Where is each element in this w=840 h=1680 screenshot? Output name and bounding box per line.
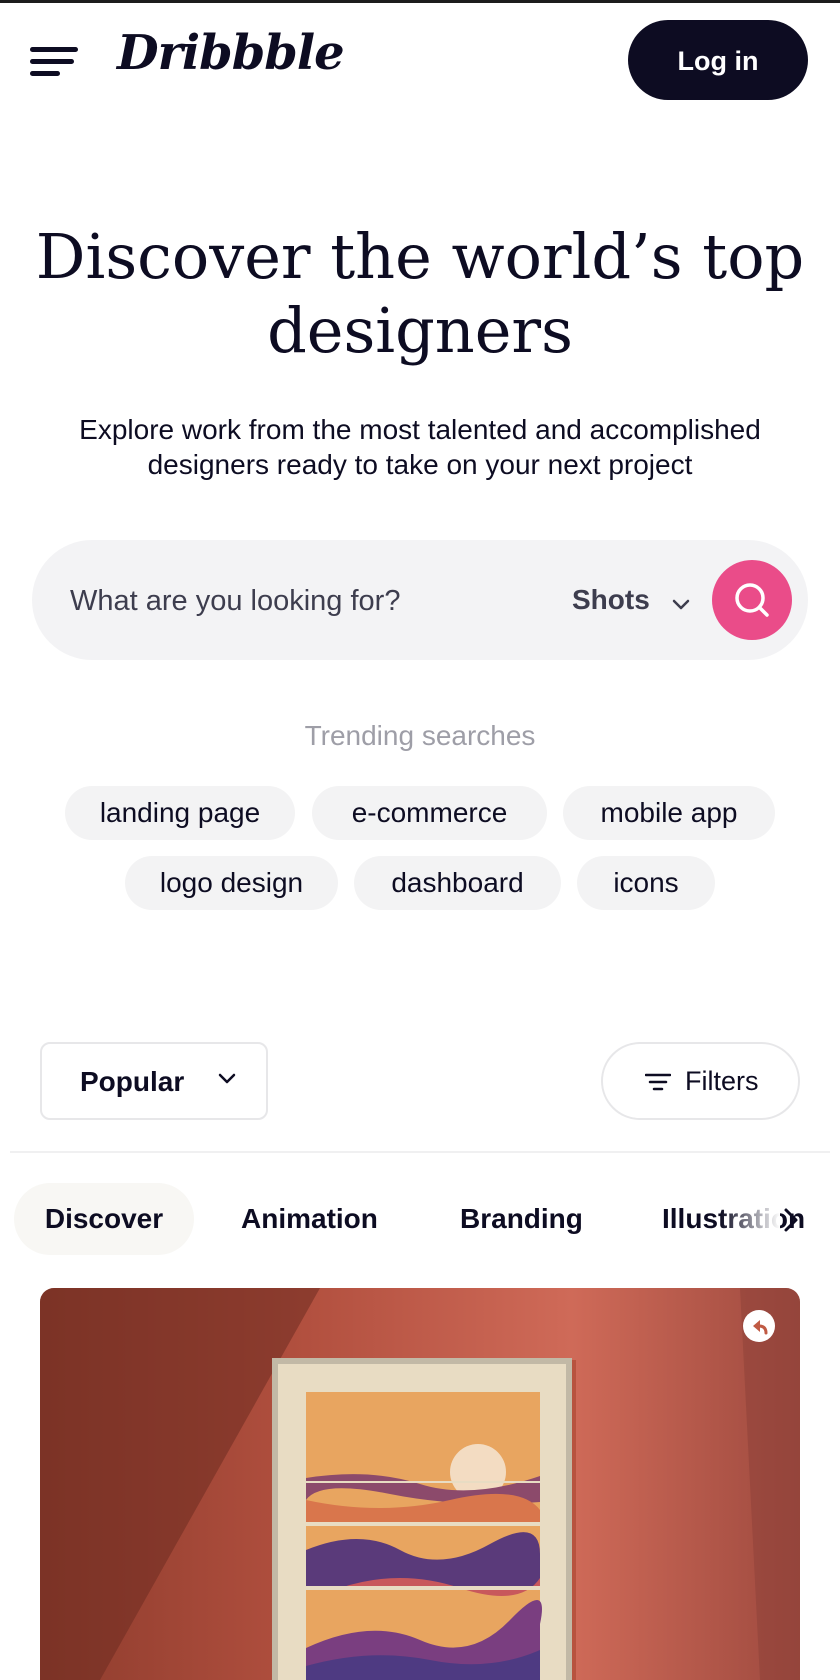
search-type-label: Shots [572,584,650,615]
trending-tag[interactable]: mobile app [563,786,775,840]
login-button[interactable]: Log in [628,20,808,100]
search-input[interactable] [68,568,552,634]
tab-animation[interactable]: Animation [241,1183,378,1255]
dribbble-logo[interactable]: Dribbble [117,25,345,81]
tab-discover[interactable]: Discover [14,1183,194,1255]
sort-dropdown[interactable]: Popular [40,1042,268,1120]
tabs-fade [720,1183,780,1255]
chevron-down-icon [218,1072,236,1090]
chevron-right-icon[interactable] [776,1190,806,1250]
chevron-down-icon [672,570,690,634]
hero-title: Discover the world’s top designers [35,220,805,367]
trending-tag[interactable]: e-commerce [312,786,547,840]
shot-thumbnail[interactable] [40,1288,800,1680]
share-icon[interactable] [743,1310,775,1342]
sort-label: Popular [80,1066,185,1097]
hero-subtitle: Explore work from the most talented and … [79,414,761,480]
search-bar: Shots [32,540,808,660]
site-header: Dribbble Log in [0,3,840,115]
divider [10,1151,830,1153]
shot-artwork [40,1288,800,1680]
hamburger-icon[interactable] [30,41,82,81]
filters-label: Filters [685,1066,759,1096]
search-icon [712,583,792,644]
trending-tag[interactable]: logo design [125,856,338,910]
trending-label: Trending searches [304,720,536,751]
trending-tag[interactable]: icons [577,856,715,910]
search-type-dropdown[interactable]: Shots [572,568,690,632]
filters-button[interactable]: Filters [601,1042,800,1120]
trending-tag[interactable]: landing page [65,786,295,840]
trending-tag[interactable]: dashboard [354,856,561,910]
tab-branding[interactable]: Branding [460,1183,583,1255]
category-tabs: Discover Animation Branding Illustration [0,1183,840,1255]
search-button[interactable] [712,560,792,640]
filter-icon [644,1072,672,1097]
